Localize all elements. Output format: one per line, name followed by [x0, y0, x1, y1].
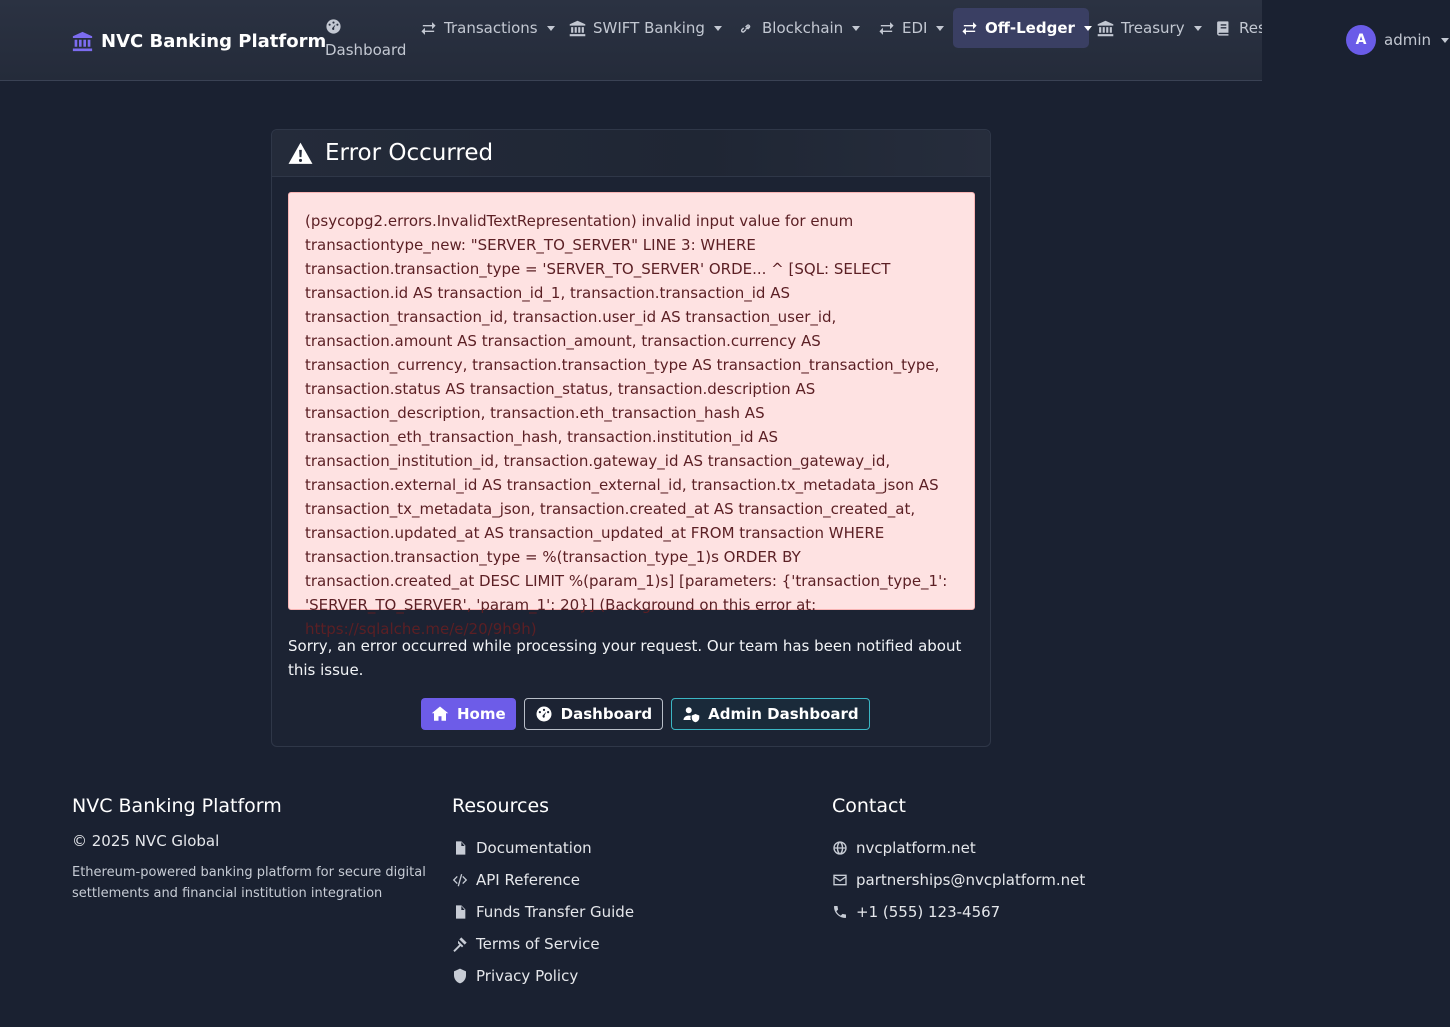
nav-off-ledger-label: Off-Ledger: [985, 19, 1075, 37]
username: admin: [1384, 31, 1431, 49]
caret-down-icon: [1193, 25, 1202, 31]
nav-transactions[interactable]: Transactions: [420, 19, 555, 37]
navbar: NVC Banking Platform Dashboard Transacti…: [0, 0, 1333, 81]
dashboard-icon: [536, 706, 552, 722]
footer-link-documentation[interactable]: Documentation: [452, 832, 634, 864]
footer-link-label: Privacy Policy: [476, 967, 579, 985]
footer-contact-website[interactable]: nvcplatform.net: [832, 832, 1085, 864]
nav-blockchain[interactable]: Blockchain: [738, 19, 861, 37]
home-button[interactable]: Home: [421, 698, 516, 730]
nav-blockchain-label: Blockchain: [762, 19, 844, 37]
nav-edi[interactable]: EDI: [878, 19, 945, 37]
nav-transactions-label: Transactions: [444, 19, 538, 37]
footer-contact-phone[interactable]: +1 (555) 123-4567: [832, 896, 1085, 928]
brand-name: NVC Banking Platform: [101, 30, 327, 52]
footer-resources: Resources Documentation API Reference Fu…: [452, 795, 634, 992]
footer-copyright: © 2025 NVC Global: [72, 832, 220, 850]
footer-brand-title: NVC Banking Platform: [72, 795, 282, 817]
error-message: Sorry, an error occurred while processin…: [288, 637, 962, 679]
book-icon: [1217, 20, 1229, 36]
dashboard-icon: [326, 19, 341, 34]
footer-link-label: API Reference: [476, 871, 581, 889]
nav-dashboard[interactable]: Dashboard: [325, 18, 407, 59]
pdf-file-icon: [456, 905, 466, 919]
admin-dashboard-button[interactable]: Admin Dashboard: [671, 698, 870, 730]
admin-button-label: Admin Dashboard: [708, 705, 859, 723]
footer-link-api-reference[interactable]: API Reference: [452, 864, 634, 896]
nav-dashboard-label: Dashboard: [325, 41, 407, 59]
footer-contact-email[interactable]: partnerships@nvcplatform.net: [832, 864, 1085, 896]
home-button-label: Home: [457, 705, 506, 723]
code-icon: [452, 874, 468, 887]
footer-link-label: Terms of Service: [476, 935, 600, 953]
bank-icon: [569, 20, 586, 36]
gavel-icon: [453, 937, 467, 952]
user-shield-icon: [683, 707, 700, 723]
footer-resources-title: Resources: [452, 795, 550, 817]
footer-link-terms[interactable]: Terms of Service: [452, 928, 634, 960]
footer-contact-title: Contact: [832, 795, 906, 817]
footer-link-privacy[interactable]: Privacy Policy: [452, 960, 634, 992]
footer-contact: Contact nvcplatform.net partnerships@nvc…: [832, 795, 1085, 928]
globe-icon: [833, 841, 847, 855]
warning-icon: [288, 142, 313, 164]
error-card: Error Occurred (psycopg2.errors.InvalidT…: [271, 129, 991, 747]
nav-treasury-label: Treasury: [1121, 19, 1185, 37]
footer-link-funds-transfer-guide[interactable]: Funds Transfer Guide: [452, 896, 634, 928]
nav-edi-label: EDI: [902, 19, 928, 37]
caret-down-icon: [546, 25, 555, 31]
caret-down-icon: [1441, 37, 1449, 43]
brand-link[interactable]: NVC Banking Platform: [72, 28, 326, 54]
footer-email-label: partnerships@nvcplatform.net: [856, 871, 1086, 889]
phone-icon: [834, 906, 846, 918]
file-icon: [456, 841, 466, 855]
footer-website-label: nvcplatform.net: [856, 839, 976, 857]
nav-treasury[interactable]: Treasury: [1097, 19, 1202, 37]
exchange-icon: [879, 21, 894, 35]
action-buttons: Home Dashboard Admin Dashboard: [421, 698, 870, 730]
caret-down-icon: [713, 25, 722, 31]
caret-down-icon: [1083, 25, 1092, 31]
envelope-icon: [833, 874, 847, 886]
exchange-icon: [421, 21, 436, 35]
home-icon: [431, 706, 449, 721]
nav-off-ledger[interactable]: Off-Ledger: [961, 19, 1092, 37]
bank-icon: [1097, 20, 1114, 36]
user-menu[interactable]: A admin: [1346, 25, 1449, 55]
footer-link-label: Documentation: [476, 839, 592, 857]
caret-down-icon: [852, 25, 861, 31]
bank-icon: [72, 31, 93, 51]
footer: NVC Banking Platform © 2025 NVC Global E…: [0, 775, 1262, 1027]
footer-about: NVC Banking Platform © 2025 NVC Global E…: [72, 795, 442, 904]
card-header: Error Occurred: [272, 130, 990, 177]
caret-down-icon: [936, 25, 945, 31]
nav-swift-banking[interactable]: SWIFT Banking: [569, 19, 722, 37]
dashboard-button[interactable]: Dashboard: [523, 698, 664, 730]
shield-icon: [454, 968, 466, 984]
exchange-icon: [962, 21, 977, 35]
link-icon: [740, 23, 751, 33]
footer-phone-label: +1 (555) 123-4567: [856, 903, 1001, 921]
avatar: A: [1346, 25, 1376, 55]
card-title: Error Occurred: [325, 140, 494, 166]
error-detail: (psycopg2.errors.InvalidTextRepresentati…: [288, 192, 975, 638]
nav-swift-label: SWIFT Banking: [593, 19, 705, 37]
footer-link-label: Funds Transfer Guide: [476, 903, 635, 921]
footer-description: Ethereum-powered banking platform for se…: [72, 865, 426, 901]
dashboard-button-label: Dashboard: [560, 705, 653, 723]
